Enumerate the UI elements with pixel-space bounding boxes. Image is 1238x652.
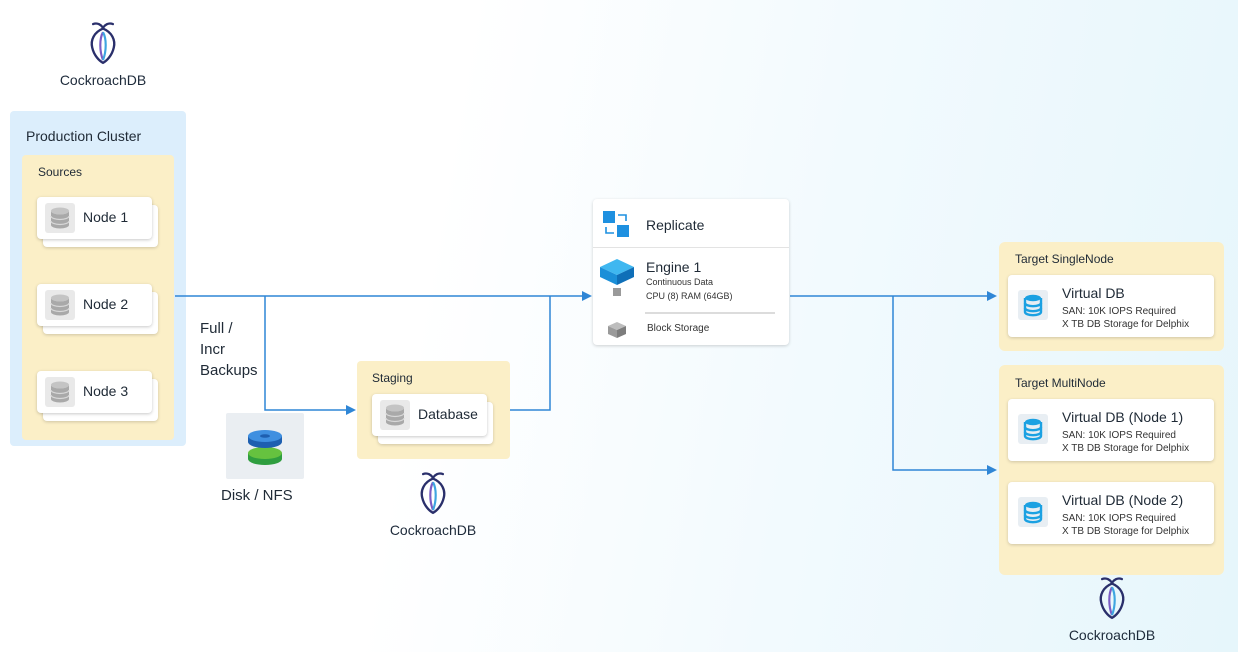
disk-nfs-box [226, 413, 304, 479]
vdb-node-1[interactable]: Virtual DB (Node 1) SAN: 10K IOPS Requir… [1008, 399, 1214, 461]
vdb-icon [1018, 290, 1048, 320]
replicate-label: Replicate [646, 217, 705, 233]
production-cluster-title: Production Cluster [26, 128, 142, 144]
cockroach-logo-icon [1094, 575, 1130, 621]
backup-label-line: Backups [200, 362, 258, 379]
database-icon [380, 400, 410, 430]
backup-label-line: Full / [200, 320, 233, 337]
sources-title: Sources [38, 165, 83, 179]
database-icon [45, 203, 75, 233]
engine-title: Engine 1 [646, 259, 702, 275]
engine-cube-icon [600, 259, 634, 296]
vdb-title: Virtual DB [1062, 285, 1125, 301]
source-node-1[interactable]: Node 1 [37, 197, 158, 247]
cockroach-logo-icon [85, 20, 121, 66]
vdb-detail: SAN: 10K IOPS Required [1062, 513, 1176, 524]
cockroachdb-logo-top: CockroachDB [38, 20, 168, 88]
vdb-icon [1018, 497, 1048, 527]
logo-text: CockroachDB [389, 522, 477, 538]
vdb-detail: X TB DB Storage for Delphix [1062, 526, 1190, 537]
divider [645, 312, 775, 314]
cockroachdb-logo-middle: CockroachDB [368, 470, 498, 538]
block-storage-icon [608, 322, 626, 338]
engine-to-multi-arrow [892, 296, 997, 475]
staging-title: Staging [372, 371, 413, 385]
engine-detail: CPU (8) RAM (64GB) [646, 291, 733, 301]
source-node-2[interactable]: Node 2 [37, 284, 158, 334]
cockroachdb-logo-right: CockroachDB [1047, 575, 1177, 643]
node-label: Node 3 [83, 383, 129, 399]
backup-label-line: Incr [200, 341, 226, 358]
delphix-engine-card[interactable]: Replicate Engine 1 Continuous Data CPU (… [593, 199, 789, 345]
vdb-title: Virtual DB (Node 1) [1062, 409, 1184, 425]
node-label: Node 2 [83, 296, 129, 312]
target-multinode-title: Target MultiNode [1015, 376, 1106, 390]
vdb-node-2[interactable]: Virtual DB (Node 2) SAN: 10K IOPS Requir… [1008, 482, 1214, 544]
node-label: Node 1 [83, 209, 129, 225]
vdb-detail: X TB DB Storage for Delphix [1062, 443, 1190, 454]
staging-database[interactable]: Database [372, 394, 493, 444]
logo-text: CockroachDB [59, 72, 147, 88]
logo-text: CockroachDB [1068, 627, 1156, 643]
disk-stack-icon [248, 430, 282, 465]
backup-label: Full / Incr Backups [200, 318, 258, 381]
staging-to-engine-line [510, 296, 551, 411]
vdb-title: Virtual DB (Node 2) [1062, 492, 1184, 508]
backup-to-staging-arrow [264, 296, 356, 415]
database-icon [45, 377, 75, 407]
block-storage-label: Block Storage [647, 323, 710, 334]
divider [593, 247, 789, 248]
source-node-3[interactable]: Node 3 [37, 371, 158, 421]
target-singlenode-title: Target SingleNode [1015, 252, 1114, 266]
disk-nfs-label: Disk / NFS [221, 487, 293, 504]
replicate-icon [603, 211, 629, 237]
vdb-single[interactable]: Virtual DB SAN: 10K IOPS Required X TB D… [1008, 275, 1214, 337]
vdb-icon [1018, 414, 1048, 444]
vdb-detail: SAN: 10K IOPS Required [1062, 430, 1176, 441]
vdb-detail: X TB DB Storage for Delphix [1062, 319, 1190, 330]
vdb-detail: SAN: 10K IOPS Required [1062, 306, 1176, 317]
database-label: Database [418, 406, 478, 422]
engine-detail: Continuous Data [646, 277, 714, 287]
database-icon [45, 290, 75, 320]
cockroach-logo-icon [415, 470, 451, 516]
